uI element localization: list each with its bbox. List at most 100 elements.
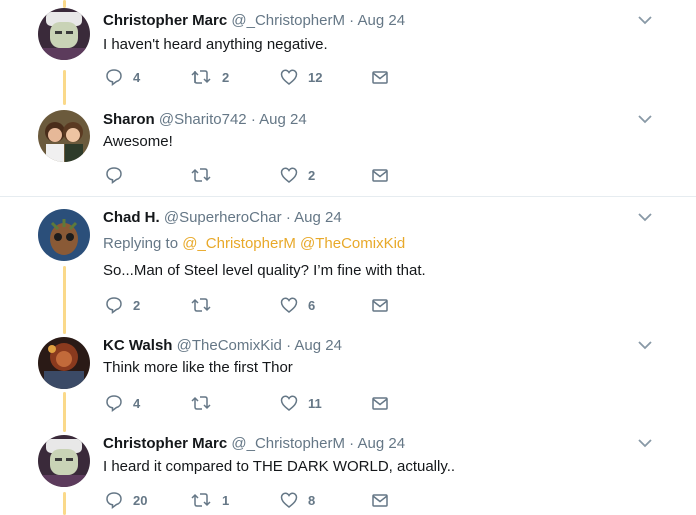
heart-icon	[280, 68, 298, 86]
envelope-icon	[371, 68, 389, 86]
like-count: 6	[308, 297, 316, 313]
display-name[interactable]: Christopher Marc	[103, 12, 227, 29]
avatar[interactable]	[38, 8, 90, 60]
retweet-button[interactable]	[190, 295, 222, 315]
chevron-down-icon[interactable]	[637, 14, 653, 26]
heart-icon	[280, 166, 298, 184]
reply-icon	[105, 394, 123, 412]
mention-link[interactable]: @_ChristopherM	[182, 235, 296, 252]
like-button[interactable]: 6	[280, 295, 315, 315]
display-name[interactable]: Sharon	[103, 111, 155, 128]
avatar[interactable]	[38, 337, 90, 389]
reply-button[interactable]: 20	[105, 490, 147, 510]
tweet-date[interactable]: Aug 24	[358, 435, 406, 452]
reply-icon	[105, 296, 123, 314]
tweet-actions: 4 11	[105, 393, 405, 413]
like-count: 11	[308, 395, 322, 411]
like-count: 12	[308, 69, 323, 85]
retweet-button[interactable]: 2	[190, 67, 229, 87]
replying-to: Replying to @_ChristopherM @TheComixKid	[103, 235, 405, 252]
separator-dot: ·	[349, 435, 355, 452]
tweet[interactable]: KC Walsh @TheComixKid · Aug 24 Think mor…	[0, 325, 696, 425]
reply-icon	[105, 491, 123, 509]
reply-count: 4	[133, 69, 141, 85]
reply-icon	[105, 166, 123, 184]
tweet-header: Chad H. @SuperheroChar · Aug 24	[103, 209, 342, 226]
envelope-icon	[371, 296, 389, 314]
tweet[interactable]: Chad H. @SuperheroChar · Aug 24 Replying…	[0, 197, 696, 325]
display-name[interactable]: KC Walsh	[103, 337, 172, 354]
retweet-icon	[190, 491, 212, 509]
envelope-icon	[371, 166, 389, 184]
tweet-actions: 4 2 12	[105, 67, 405, 87]
tweet[interactable]: Christopher Marc @_ChristopherM · Aug 24…	[0, 425, 696, 515]
retweet-icon	[190, 394, 212, 412]
separator-dot: ·	[286, 337, 292, 354]
retweet-count: 1	[222, 492, 230, 508]
tweet-text: Think more like the first Thor	[103, 359, 293, 376]
direct-message-button[interactable]	[371, 295, 389, 315]
chevron-down-icon[interactable]	[637, 437, 653, 449]
reply-count: 4	[133, 395, 141, 411]
avatar[interactable]	[38, 209, 90, 261]
tweet-text: So...Man of Steel level quality? I’m fin…	[103, 262, 426, 279]
separator-dot: ·	[349, 12, 355, 29]
tweet-text: I heard it compared to THE DARK WORLD, a…	[103, 458, 456, 475]
user-handle[interactable]: @Sharito742	[159, 111, 247, 128]
display-name[interactable]: Chad H.	[103, 209, 160, 226]
tweet-date[interactable]: Aug 24	[294, 337, 342, 354]
like-button[interactable]: 8	[280, 490, 315, 510]
retweet-button[interactable]: 1	[190, 490, 229, 510]
like-button[interactable]: 12	[280, 67, 322, 87]
like-button[interactable]: 11	[280, 393, 322, 413]
direct-message-button[interactable]	[371, 67, 389, 87]
retweet-icon	[190, 166, 212, 184]
tweet-date[interactable]: Aug 24	[358, 12, 406, 29]
tweet-text: I haven't heard anything negative.	[103, 36, 328, 53]
like-button[interactable]: 2	[280, 165, 315, 185]
separator-dot: ·	[250, 111, 256, 128]
mention-link[interactable]: @TheComixKid	[300, 235, 405, 252]
direct-message-button[interactable]	[371, 490, 389, 510]
reply-count: 2	[133, 297, 141, 313]
tweet-header: KC Walsh @TheComixKid · Aug 24	[103, 337, 342, 354]
reply-button[interactable]: 2	[105, 295, 140, 315]
tweet-header: Christopher Marc @_ChristopherM · Aug 24	[103, 435, 405, 452]
direct-message-button[interactable]	[371, 165, 389, 185]
tweet-text: Awesome!	[103, 133, 173, 150]
user-handle[interactable]: @_ChristopherM	[231, 12, 345, 29]
retweet-icon	[190, 296, 212, 314]
avatar[interactable]	[38, 435, 90, 487]
reply-count: 20	[133, 492, 148, 508]
separator-dot: ·	[285, 209, 291, 226]
user-handle[interactable]: @SuperheroChar	[164, 209, 282, 226]
reply-icon	[105, 68, 123, 86]
reply-button[interactable]	[105, 165, 133, 185]
tweet-actions: 20 1 8	[105, 490, 405, 510]
tweet-date[interactable]: Aug 24	[259, 111, 307, 128]
tweet-header: Sharon @Sharito742 · Aug 24	[103, 111, 307, 128]
chevron-down-icon[interactable]	[637, 113, 653, 125]
tweet-actions: 2	[105, 165, 405, 185]
tweet[interactable]: Christopher Marc @_ChristopherM · Aug 24…	[0, 0, 696, 96]
display-name[interactable]: Christopher Marc	[103, 435, 227, 452]
reply-button[interactable]: 4	[105, 393, 140, 413]
user-handle[interactable]: @_ChristopherM	[231, 435, 345, 452]
tweet-actions: 2 6	[105, 295, 405, 315]
retweet-icon	[190, 68, 212, 86]
user-handle[interactable]: @TheComixKid	[177, 337, 282, 354]
heart-icon	[280, 491, 298, 509]
like-count: 8	[308, 492, 316, 508]
reply-button[interactable]: 4	[105, 67, 140, 87]
retweet-button[interactable]	[190, 165, 222, 185]
retweet-button[interactable]	[190, 393, 222, 413]
envelope-icon	[371, 394, 389, 412]
tweet-header: Christopher Marc @_ChristopherM · Aug 24	[103, 12, 405, 29]
chevron-down-icon[interactable]	[637, 339, 653, 351]
tweet-date[interactable]: Aug 24	[294, 209, 342, 226]
chevron-down-icon[interactable]	[637, 211, 653, 223]
avatar[interactable]	[38, 110, 90, 162]
direct-message-button[interactable]	[371, 393, 389, 413]
tweet[interactable]: Sharon @Sharito742 · Aug 24 Awesome! 2	[0, 96, 696, 196]
replying-to-label: Replying to	[103, 235, 179, 252]
